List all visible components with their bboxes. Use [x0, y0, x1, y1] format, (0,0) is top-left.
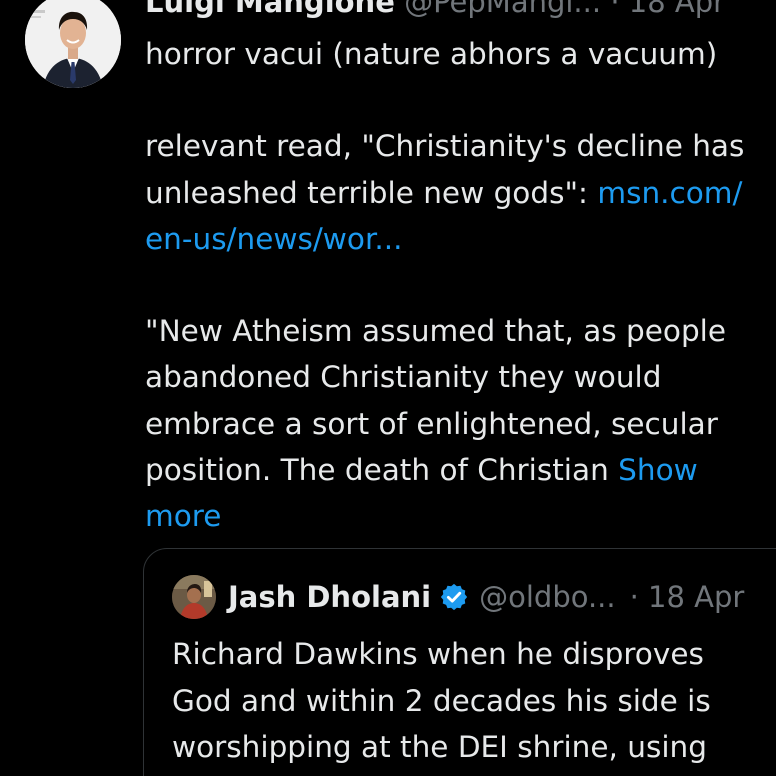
avatar[interactable]: [25, 0, 121, 88]
tweet-line: en-us/news/wor...: [145, 216, 776, 262]
tweet-date[interactable]: · 18 Apr: [610, 0, 725, 19]
quote-author-handle[interactable]: @oldbo...: [479, 577, 616, 617]
tweet-header: Luigi Mangione @PepMangi... · 18 Apr: [145, 0, 725, 20]
author-name[interactable]: Luigi Mangione: [145, 0, 395, 19]
article-link[interactable]: msn.com/: [597, 176, 742, 210]
tweet-line-text: unleashed terrible new gods":: [145, 175, 598, 210]
tweet-line: position. The death of Christian Show: [145, 447, 776, 493]
quote-line: Richard Dawkins when he disproves: [172, 637, 704, 671]
quote-date[interactable]: · 18 Apr: [630, 577, 745, 617]
tweet-line: abandoned Christianity they would: [145, 360, 662, 395]
tweet-line: horror vacui (nature abhors a vacuum): [145, 37, 718, 71]
tweet-text: horror vacui (nature abhors a vacuum) re…: [145, 31, 776, 539]
quoted-tweet-card[interactable]: Jash Dholani @oldbo... · 18 Apr Richard …: [143, 548, 776, 776]
tweet-line: "New Atheism assumed that, as people: [145, 314, 727, 349]
quote-header: Jash Dholani @oldbo... · 18 Apr: [228, 577, 744, 617]
quote-line: God and within 2 decades his side is: [172, 683, 711, 718]
verified-badge-icon: [440, 583, 468, 611]
tweet-line: relevant read, "Christianity's decline h…: [145, 129, 745, 164]
tweet-line-text: position. The death of Christian: [145, 452, 619, 487]
quote-avatar[interactable]: [172, 575, 216, 619]
profile-photo: [25, 0, 121, 88]
tweet-line: unleashed terrible new gods": msn.com/: [145, 170, 776, 216]
show-more-link[interactable]: Show: [618, 453, 698, 487]
tweet-line: embrace a sort of enlightened, secular: [145, 406, 718, 441]
author-handle[interactable]: @PepMangi...: [404, 0, 601, 19]
article-link-continued[interactable]: en-us/news/wor...: [145, 222, 403, 256]
show-more-link-continued[interactable]: more: [145, 499, 221, 533]
quote-profile-photo: [172, 575, 216, 619]
tweet-line: more: [145, 493, 776, 539]
quote-author-name[interactable]: Jash Dholani: [228, 577, 431, 617]
quote-text: Richard Dawkins when he disproves God an…: [172, 631, 711, 771]
quote-line: worshipping at the DEI shrine, using: [172, 730, 707, 764]
